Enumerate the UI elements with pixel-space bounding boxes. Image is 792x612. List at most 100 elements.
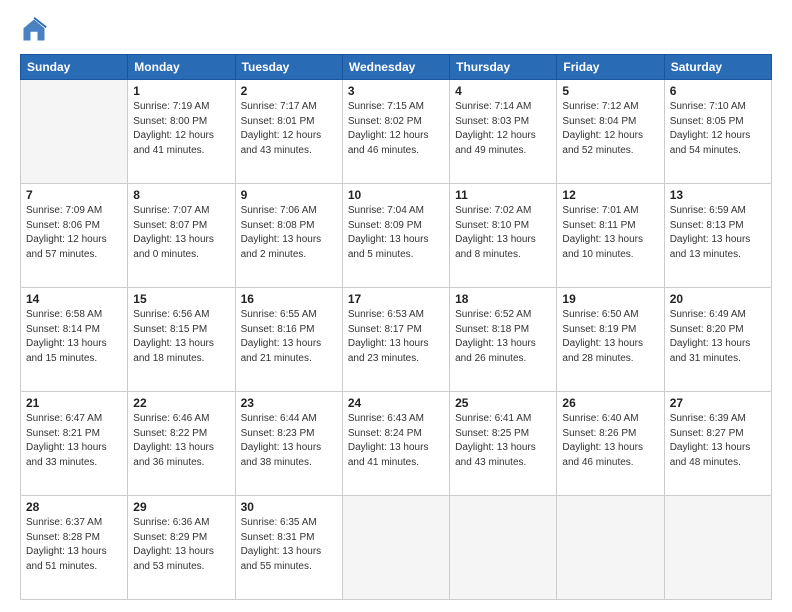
- day-info: Sunrise: 7:09 AM Sunset: 8:06 PM Dayligh…: [26, 204, 122, 262]
- day-info: Sunrise: 6:58 AM Sunset: 8:14 PM Dayligh…: [26, 308, 122, 366]
- day-cell: 10Sunrise: 7:04 AM Sunset: 8:09 PM Dayli…: [342, 184, 449, 288]
- day-number: 16: [241, 292, 337, 306]
- day-number: 18: [455, 292, 551, 306]
- day-cell: 29 Sunrise: 6:36 AM Sunset: 8:29 PM Dayli…: [128, 496, 235, 600]
- day-info: Sunrise: 6:44 AM Sunset: 8:23 PM Dayligh…: [241, 412, 337, 470]
- day-info: Sunrise: 7:01 AM Sunset: 8:11 PM Dayligh…: [562, 204, 658, 262]
- day-cell: [450, 496, 557, 600]
- day-info: Sunrise: 7:10 AM Sunset: 8:05 PM Dayligh…: [670, 100, 766, 158]
- week-row-3: 14Sunrise: 6:58 AM Sunset: 8:14 PM Dayli…: [21, 288, 772, 392]
- day-cell: 1 Sunrise: 7:19 AM Sunset: 8:00 PM Daylig…: [128, 80, 235, 184]
- day-cell: 9 Sunrise: 7:06 AM Sunset: 8:08 PM Daylig…: [235, 184, 342, 288]
- day-number: 24: [348, 396, 444, 410]
- day-cell: 19Sunrise: 6:50 AM Sunset: 8:19 PM Dayli…: [557, 288, 664, 392]
- day-number: 15: [133, 292, 229, 306]
- page: Sunday Monday Tuesday Wednesday Thursday…: [0, 0, 792, 612]
- day-number: 13: [670, 188, 766, 202]
- day-number: 3: [348, 84, 444, 98]
- day-info: Sunrise: 6:36 AM Sunset: 8:29 PM Dayligh…: [133, 516, 229, 574]
- col-wednesday: Wednesday: [342, 55, 449, 80]
- day-cell: 13 Sunrise: 6:59 AM Sunset: 8:13 PM Dayli…: [664, 184, 771, 288]
- day-number: 17: [348, 292, 444, 306]
- day-info: Sunrise: 6:46 AM Sunset: 8:22 PM Dayligh…: [133, 412, 229, 470]
- day-info: Sunrise: 7:12 AM Sunset: 8:04 PM Dayligh…: [562, 100, 658, 158]
- day-number: 20: [670, 292, 766, 306]
- day-cell: 3 Sunrise: 7:15 AM Sunset: 8:02 PM Daylig…: [342, 80, 449, 184]
- day-cell: 17 Sunrise: 6:53 AM Sunset: 8:17 PM Dayli…: [342, 288, 449, 392]
- day-cell: 14Sunrise: 6:58 AM Sunset: 8:14 PM Dayli…: [21, 288, 128, 392]
- day-number: 8: [133, 188, 229, 202]
- day-number: 1: [133, 84, 229, 98]
- day-info: Sunrise: 6:47 AM Sunset: 8:21 PM Dayligh…: [26, 412, 122, 470]
- day-info: Sunrise: 7:06 AM Sunset: 8:08 PM Dayligh…: [241, 204, 337, 262]
- day-info: Sunrise: 6:40 AM Sunset: 8:26 PM Dayligh…: [562, 412, 658, 470]
- day-number: 25: [455, 396, 551, 410]
- day-number: 19: [562, 292, 658, 306]
- day-cell: 28 Sunrise: 6:37 AM Sunset: 8:28 PM Dayli…: [21, 496, 128, 600]
- day-info: Sunrise: 7:19 AM Sunset: 8:00 PM Dayligh…: [133, 100, 229, 158]
- day-cell: 4 Sunrise: 7:14 AM Sunset: 8:03 PM Daylig…: [450, 80, 557, 184]
- day-cell: 27Sunrise: 6:39 AM Sunset: 8:27 PM Dayli…: [664, 392, 771, 496]
- day-number: 28: [26, 500, 122, 514]
- col-sunday: Sunday: [21, 55, 128, 80]
- day-cell: 5 Sunrise: 7:12 AM Sunset: 8:04 PM Daylig…: [557, 80, 664, 184]
- calendar-header-row: Sunday Monday Tuesday Wednesday Thursday…: [21, 55, 772, 80]
- day-cell: 25 Sunrise: 6:41 AM Sunset: 8:25 PM Dayli…: [450, 392, 557, 496]
- col-saturday: Saturday: [664, 55, 771, 80]
- day-cell: 23Sunrise: 6:44 AM Sunset: 8:23 PM Dayli…: [235, 392, 342, 496]
- day-cell: 11 Sunrise: 7:02 AM Sunset: 8:10 PM Dayli…: [450, 184, 557, 288]
- day-info: Sunrise: 6:43 AM Sunset: 8:24 PM Dayligh…: [348, 412, 444, 470]
- day-number: 30: [241, 500, 337, 514]
- day-cell: 8 Sunrise: 7:07 AM Sunset: 8:07 PM Daylig…: [128, 184, 235, 288]
- day-cell: 21Sunrise: 6:47 AM Sunset: 8:21 PM Dayli…: [21, 392, 128, 496]
- day-number: 4: [455, 84, 551, 98]
- day-info: Sunrise: 7:15 AM Sunset: 8:02 PM Dayligh…: [348, 100, 444, 158]
- col-friday: Friday: [557, 55, 664, 80]
- logo-icon: [20, 16, 48, 44]
- day-cell: [21, 80, 128, 184]
- day-info: Sunrise: 6:56 AM Sunset: 8:15 PM Dayligh…: [133, 308, 229, 366]
- day-number: 2: [241, 84, 337, 98]
- day-number: 6: [670, 84, 766, 98]
- calendar: Sunday Monday Tuesday Wednesday Thursday…: [20, 54, 772, 600]
- day-cell: 26Sunrise: 6:40 AM Sunset: 8:26 PM Dayli…: [557, 392, 664, 496]
- day-cell: 30 Sunrise: 6:35 AM Sunset: 8:31 PM Dayli…: [235, 496, 342, 600]
- header: [20, 16, 772, 44]
- day-info: Sunrise: 6:37 AM Sunset: 8:28 PM Dayligh…: [26, 516, 122, 574]
- col-thursday: Thursday: [450, 55, 557, 80]
- day-cell: 2Sunrise: 7:17 AM Sunset: 8:01 PM Daylig…: [235, 80, 342, 184]
- day-info: Sunrise: 6:35 AM Sunset: 8:31 PM Dayligh…: [241, 516, 337, 574]
- day-cell: 20Sunrise: 6:49 AM Sunset: 8:20 PM Dayli…: [664, 288, 771, 392]
- day-number: 11: [455, 188, 551, 202]
- day-cell: 16 Sunrise: 6:55 AM Sunset: 8:16 PM Dayli…: [235, 288, 342, 392]
- day-cell: [664, 496, 771, 600]
- day-cell: 24 Sunrise: 6:43 AM Sunset: 8:24 PM Dayli…: [342, 392, 449, 496]
- day-cell: 7 Sunrise: 7:09 AM Sunset: 8:06 PM Daylig…: [21, 184, 128, 288]
- logo: [20, 16, 52, 44]
- day-info: Sunrise: 6:53 AM Sunset: 8:17 PM Dayligh…: [348, 308, 444, 366]
- week-row-1: 1 Sunrise: 7:19 AM Sunset: 8:00 PM Daylig…: [21, 80, 772, 184]
- day-cell: 12 Sunrise: 7:01 AM Sunset: 8:11 PM Dayli…: [557, 184, 664, 288]
- day-number: 22: [133, 396, 229, 410]
- day-info: Sunrise: 6:39 AM Sunset: 8:27 PM Dayligh…: [670, 412, 766, 470]
- week-row-2: 7 Sunrise: 7:09 AM Sunset: 8:06 PM Daylig…: [21, 184, 772, 288]
- day-cell: 18 Sunrise: 6:52 AM Sunset: 8:18 PM Dayli…: [450, 288, 557, 392]
- day-info: Sunrise: 7:07 AM Sunset: 8:07 PM Dayligh…: [133, 204, 229, 262]
- day-info: Sunrise: 6:41 AM Sunset: 8:25 PM Dayligh…: [455, 412, 551, 470]
- day-cell: [557, 496, 664, 600]
- day-cell: [342, 496, 449, 600]
- day-info: Sunrise: 7:02 AM Sunset: 8:10 PM Dayligh…: [455, 204, 551, 262]
- day-number: 29: [133, 500, 229, 514]
- day-number: 12: [562, 188, 658, 202]
- week-row-5: 28 Sunrise: 6:37 AM Sunset: 8:28 PM Dayli…: [21, 496, 772, 600]
- day-number: 7: [26, 188, 122, 202]
- day-info: Sunrise: 6:55 AM Sunset: 8:16 PM Dayligh…: [241, 308, 337, 366]
- day-info: Sunrise: 7:14 AM Sunset: 8:03 PM Dayligh…: [455, 100, 551, 158]
- day-cell: 15 Sunrise: 6:56 AM Sunset: 8:15 PM Dayli…: [128, 288, 235, 392]
- day-cell: 6 Sunrise: 7:10 AM Sunset: 8:05 PM Daylig…: [664, 80, 771, 184]
- day-info: Sunrise: 6:52 AM Sunset: 8:18 PM Dayligh…: [455, 308, 551, 366]
- day-number: 9: [241, 188, 337, 202]
- day-info: Sunrise: 6:59 AM Sunset: 8:13 PM Dayligh…: [670, 204, 766, 262]
- day-number: 5: [562, 84, 658, 98]
- col-tuesday: Tuesday: [235, 55, 342, 80]
